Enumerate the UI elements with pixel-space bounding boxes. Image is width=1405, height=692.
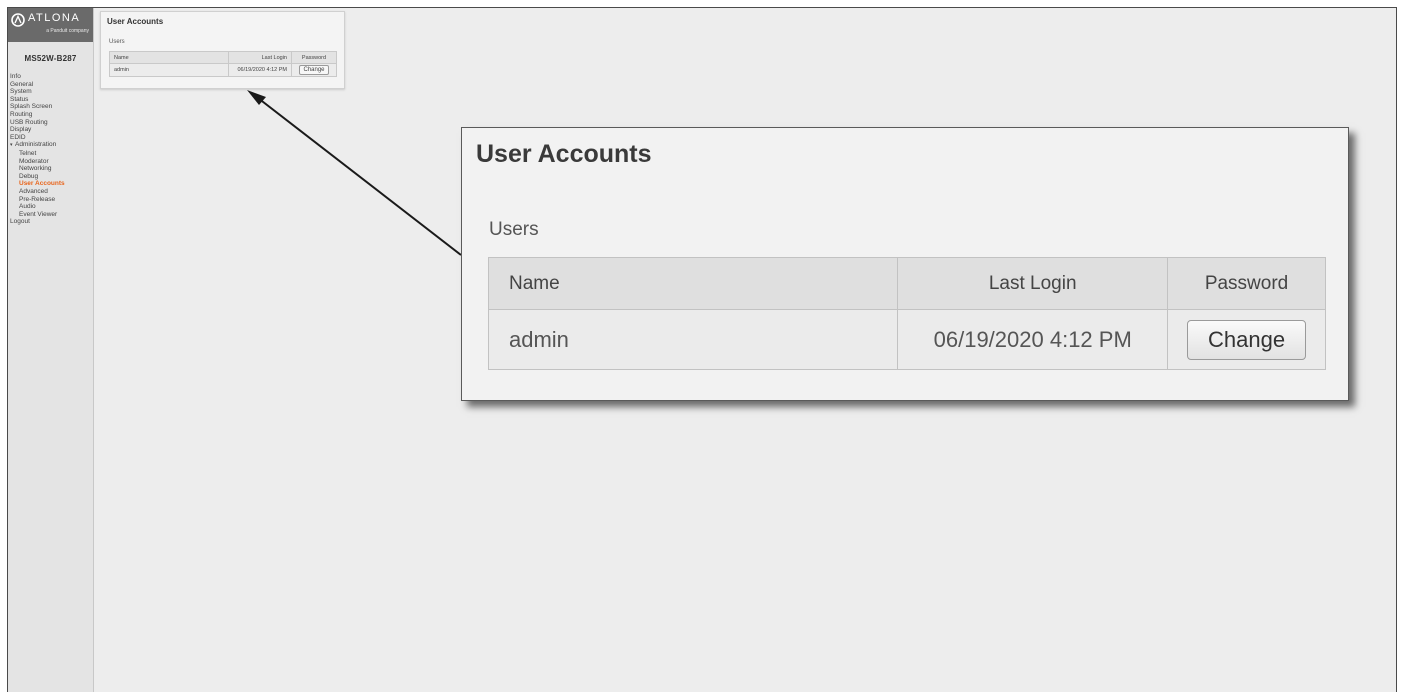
zoomed-users-table: Name Last Login Password admin 06/19/202…	[487, 257, 1326, 370]
zoomed-password-cell: Change	[1167, 309, 1326, 370]
zoomed-user-name-cell: admin	[487, 309, 899, 370]
zoomed-users-section-label: Users	[489, 219, 539, 240]
zoomed-change-password-button[interactable]: Change	[1186, 319, 1307, 360]
zoomed-column-header-name: Name	[487, 257, 899, 310]
zoomed-last-login-cell: 06/19/2020 4:12 PM	[897, 309, 1169, 370]
zoomed-table-header-row: Name Last Login Password	[487, 257, 1326, 310]
zoomed-column-header-password: Password	[1167, 257, 1326, 310]
zoomed-page-title: User Accounts	[476, 140, 652, 168]
zoomed-column-header-last-login: Last Login	[897, 257, 1169, 310]
table-row: admin 06/19/2020 4:12 PM Change	[487, 309, 1326, 370]
zoomed-user-accounts-panel: User Accounts Users Name Last Login Pass…	[461, 127, 1349, 401]
